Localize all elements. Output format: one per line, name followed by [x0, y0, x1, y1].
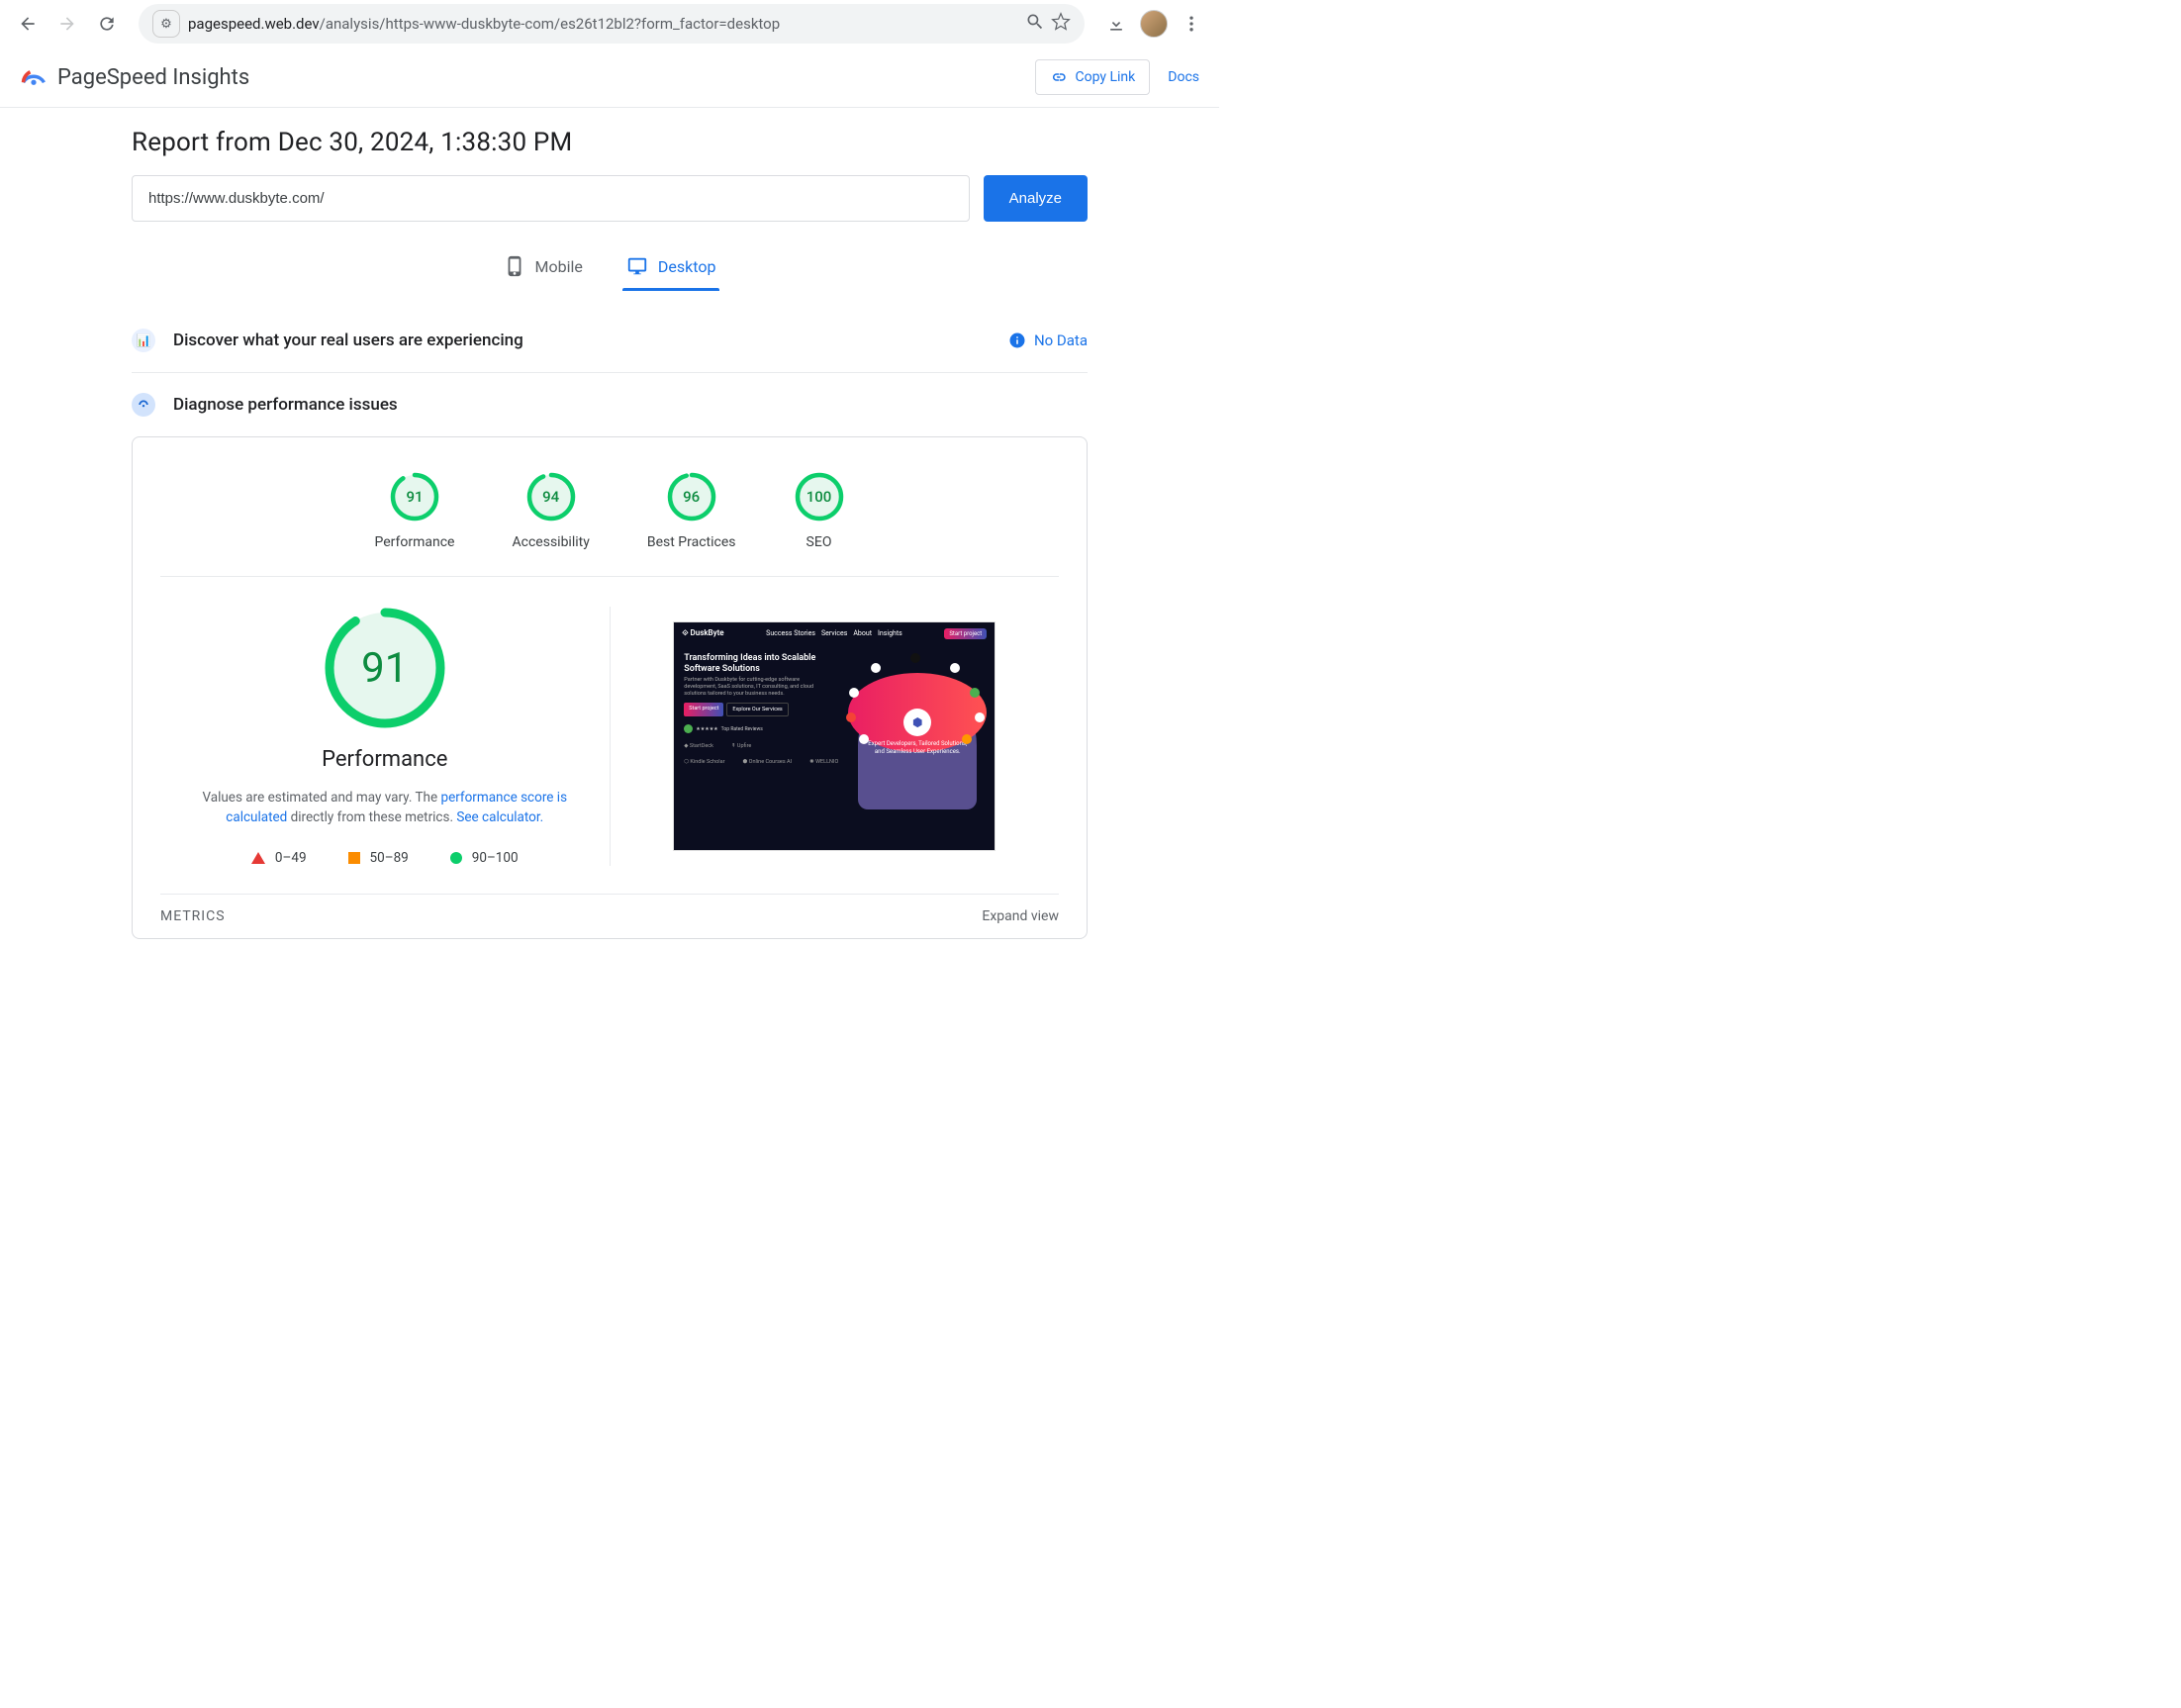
gauge-performance[interactable]: 91 Performance: [375, 471, 455, 550]
expand-view-toggle[interactable]: Expand view: [982, 908, 1059, 924]
gauge-label: SEO: [806, 534, 832, 550]
performance-description: Values are estimated and may vary. The p…: [187, 788, 583, 828]
gauge-score: 96: [666, 471, 717, 522]
lighthouse-report: 91 Performance 94 Accessibility 96 Best …: [132, 436, 1088, 939]
app-title: PageSpeed Insights: [57, 65, 249, 90]
browser-menu-button[interactable]: [1176, 8, 1207, 40]
link-icon: [1050, 68, 1068, 86]
info-icon: [1008, 332, 1026, 349]
url-text: pagespeed.web.dev/analysis/https-www-dus…: [188, 15, 780, 33]
desktop-icon: [626, 255, 648, 277]
discover-title: Discover what your real users are experi…: [173, 331, 523, 350]
gauge-seo[interactable]: 100 SEO: [794, 471, 845, 550]
diagnose-title: Diagnose performance issues: [173, 395, 398, 415]
square-orange-icon: [348, 852, 360, 864]
see-calculator-link[interactable]: See calculator.: [456, 809, 543, 825]
score-legend: 0–49 50–89 90–100: [251, 850, 519, 866]
site-info-icon[interactable]: ⚙: [152, 10, 180, 38]
gauge-score: 94: [525, 471, 577, 522]
no-data-link[interactable]: No Data: [1008, 332, 1088, 349]
gauge-best-practices[interactable]: 96 Best Practices: [647, 471, 736, 550]
gauge-score: 100: [794, 471, 845, 522]
browser-toolbar: ⚙ pagespeed.web.dev/analysis/https-www-d…: [0, 0, 1219, 47]
docs-link[interactable]: Docs: [1168, 69, 1199, 85]
category-gauges-row: 91 Performance 94 Accessibility 96 Best …: [160, 461, 1059, 577]
section-diagnose: Diagnose performance issues: [132, 373, 1088, 436]
app-brand[interactable]: PageSpeed Insights: [20, 65, 249, 90]
gauge-label: Best Practices: [647, 534, 736, 550]
bookmark-icon[interactable]: [1051, 12, 1071, 36]
main-content: Report from Dec 30, 2024, 1:38:30 PM Ana…: [132, 108, 1088, 979]
section-discover: 📊 Discover what your real users are expe…: [132, 309, 1088, 373]
zoom-icon[interactable]: [1025, 12, 1045, 36]
copy-link-button[interactable]: Copy Link: [1035, 59, 1151, 95]
triangle-red-icon: [251, 852, 265, 864]
url-bar[interactable]: ⚙ pagespeed.web.dev/analysis/https-www-d…: [139, 4, 1085, 44]
performance-label: Performance: [322, 747, 447, 772]
circle-green-icon: [450, 852, 462, 864]
app-header: PageSpeed Insights Copy Link Docs: [0, 47, 1219, 108]
psi-logo-icon: [20, 65, 47, 89]
forward-button: [51, 8, 83, 40]
crux-icon: 📊: [132, 329, 155, 352]
tab-mobile[interactable]: Mobile: [500, 245, 587, 291]
report-title: Report from Dec 30, 2024, 1:38:30 PM: [132, 128, 1088, 157]
gauge-score: 91: [389, 471, 440, 522]
url-input[interactable]: [132, 175, 970, 222]
mobile-icon: [504, 255, 525, 277]
metrics-label: METRICS: [160, 908, 226, 924]
gauge-label: Accessibility: [513, 534, 590, 550]
tab-desktop-label: Desktop: [658, 257, 716, 276]
performance-big-gauge: 91: [324, 607, 446, 729]
performance-score: 91: [324, 607, 446, 729]
copy-link-label: Copy Link: [1076, 69, 1136, 85]
gauge-ring: 96: [666, 471, 717, 522]
gauge-ring: 94: [525, 471, 577, 522]
metrics-header: METRICS Expand view: [160, 894, 1059, 938]
device-tabs: Mobile Desktop: [132, 245, 1088, 291]
gauge-ring: 91: [389, 471, 440, 522]
reload-button[interactable]: [91, 8, 123, 40]
legend-avg: 50–89: [348, 850, 409, 866]
avatar[interactable]: [1140, 10, 1168, 38]
legend-fail: 0–49: [251, 850, 307, 866]
screenshot-thumbnail[interactable]: ⟐ DuskByte Success StoriesServicesAboutI…: [673, 621, 996, 851]
analyze-button[interactable]: Analyze: [984, 175, 1088, 222]
gauge-label: Performance: [375, 534, 455, 550]
legend-pass: 90–100: [450, 850, 519, 866]
tab-mobile-label: Mobile: [535, 257, 583, 276]
no-data-label: No Data: [1034, 332, 1088, 349]
back-button[interactable]: [12, 8, 44, 40]
tab-desktop[interactable]: Desktop: [622, 245, 720, 291]
performance-hero: 91 Performance Values are estimated and …: [160, 577, 1059, 894]
gauge-icon: [132, 393, 155, 417]
gauge-ring: 100: [794, 471, 845, 522]
gauge-accessibility[interactable]: 94 Accessibility: [513, 471, 590, 550]
downloads-button[interactable]: [1100, 8, 1132, 40]
